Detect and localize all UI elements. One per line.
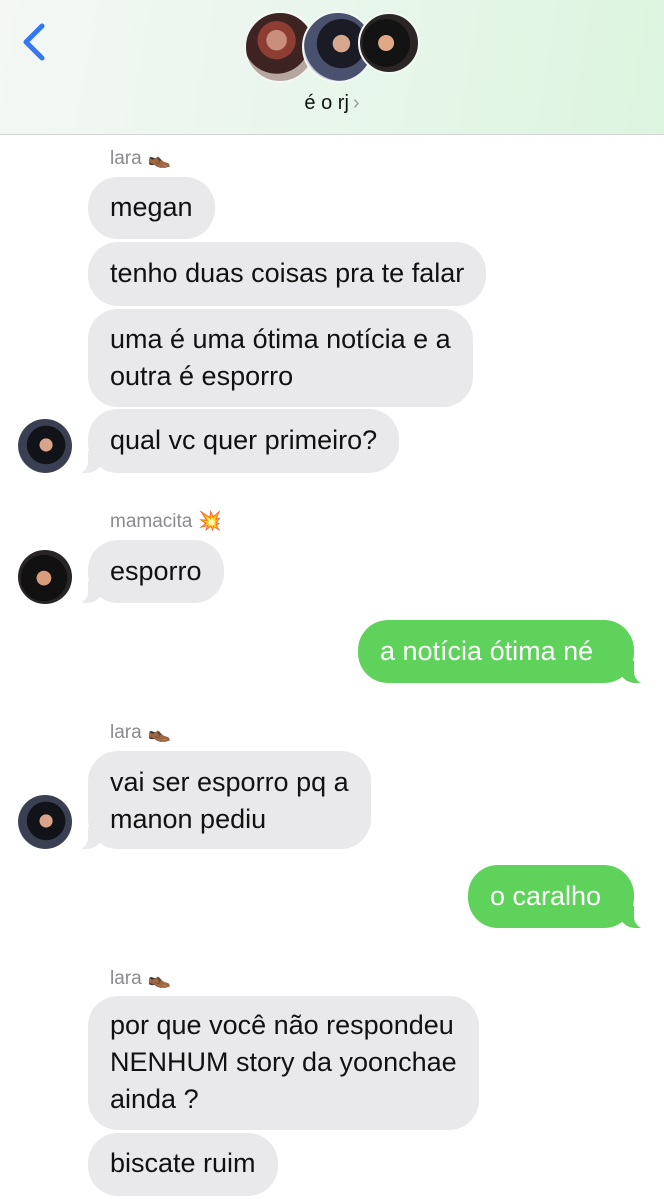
group-name-label: é o rj	[304, 92, 349, 114]
message-text-line: uma é uma ótima notícia e a	[110, 324, 451, 354]
message-bubble-sent[interactable]: a notícia ótima né	[358, 620, 652, 684]
shoe-emoji: 👞	[147, 148, 172, 169]
message-text-line: NENHUM story da yoonchae	[110, 1047, 457, 1077]
message-text: o caralho	[490, 881, 602, 911]
sender-avatar[interactable]	[18, 795, 72, 849]
sender-avatar[interactable]	[18, 550, 72, 604]
message-bubble[interactable]: vai ser esporro pq a manon pediu	[70, 751, 371, 850]
message-bubble[interactable]: biscate ruim	[88, 1133, 278, 1196]
message-text: qual vc quer primeiro?	[110, 425, 378, 455]
group-avatars[interactable]	[244, 11, 424, 83]
message-text: megan	[110, 192, 193, 222]
message-bubble[interactable]: por que você não respondeu NENHUM story …	[88, 996, 479, 1130]
sender-label: lara	[110, 148, 142, 169]
chevron-right-icon: ›	[352, 92, 360, 114]
message-text: biscate ruim	[110, 1148, 256, 1178]
message-text: esporro	[110, 556, 202, 586]
sender-label: lara	[110, 722, 142, 743]
message-text-line: outra é esporro	[110, 361, 294, 391]
message-text-line: ainda ?	[110, 1084, 199, 1114]
group-member-avatar	[358, 12, 420, 74]
back-chevron-icon[interactable]	[16, 20, 56, 64]
message-text: a notícia ótima né	[380, 636, 594, 666]
message-text-line: por que você não respondeu	[110, 1010, 454, 1040]
shoe-emoji: 👞	[147, 722, 172, 743]
sender-avatar[interactable]	[18, 419, 72, 473]
sender-name: mamacita 💥	[110, 509, 222, 533]
message-bubble[interactable]: megan	[88, 177, 215, 239]
message-text-line: vai ser esporro pq a	[110, 767, 349, 797]
message-bubble-sent[interactable]: o caralho	[468, 865, 652, 929]
message-bubble[interactable]: esporro	[70, 540, 224, 604]
sender-name: lara 👞	[110, 720, 171, 744]
sender-name: lara 👞	[110, 146, 171, 170]
shoe-emoji: 👞	[147, 968, 172, 989]
message-bubble[interactable]: tenho duas coisas pra te falar	[88, 242, 487, 306]
message-bubble[interactable]: uma é uma ótima notícia e a outra é espo…	[88, 309, 473, 407]
collision-emoji: 💥	[198, 511, 223, 532]
message-text-line: manon pediu	[110, 804, 267, 834]
group-name[interactable]: é o rj ›	[0, 92, 664, 115]
chat-header: é o rj ›	[0, 0, 664, 135]
sender-name: lara 👞	[110, 966, 171, 990]
sender-label: lara	[110, 968, 142, 989]
message-text: tenho duas coisas pra te falar	[110, 258, 465, 288]
sender-label: mamacita	[110, 511, 193, 532]
message-bubble[interactable]: qual vc quer primeiro?	[69, 409, 400, 474]
